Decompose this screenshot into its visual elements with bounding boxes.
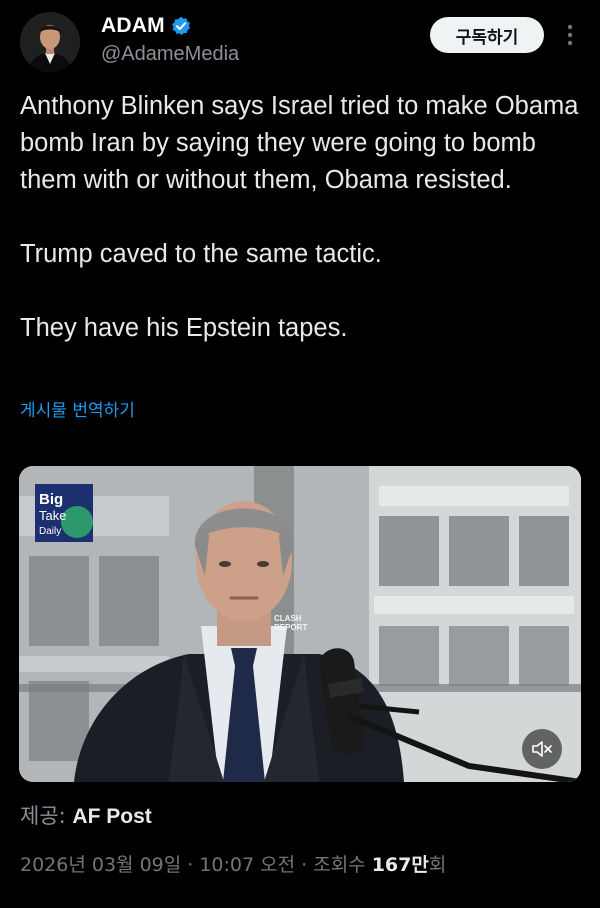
tweet-paragraph: Trump caved to the same tactic. — [20, 240, 382, 268]
source-label: 제공: — [20, 804, 66, 828]
big-take-logo: Big — [39, 491, 63, 508]
video-player[interactable]: Big Take Daily CLASH REPORT — [19, 466, 581, 782]
verified-badge-icon — [171, 16, 191, 36]
tweet-paragraph: Anthony Blinken says Israel tried to mak… — [20, 92, 579, 194]
translate-post-link[interactable]: 게시물 번역하기 — [20, 396, 135, 421]
tweet-text: Anthony Blinken says Israel tried to mak… — [20, 88, 580, 347]
views-count: 167만 — [371, 854, 429, 876]
speaker-muted-icon[interactable] — [522, 729, 562, 769]
views-suffix: 회 — [428, 854, 447, 876]
subscribe-button[interactable]: 구독하기 — [430, 17, 544, 53]
views-label: 조회수 — [313, 854, 372, 876]
author-handle[interactable]: @AdameMedia — [101, 43, 239, 66]
logo-line: Take — [39, 508, 66, 523]
logo-line: Daily — [39, 526, 61, 537]
tweet-meta: 2026년 03월 09일 · 10:07 오전 · 조회수 167만회 — [20, 850, 446, 877]
watermark-line: REPORT — [274, 623, 307, 632]
tweet-header: ADAM @AdameMedia 구독하기 — [20, 12, 580, 74]
source-name-link[interactable]: AF Post — [72, 805, 151, 828]
display-name[interactable]: ADAM — [101, 14, 165, 38]
more-vertical-icon[interactable] — [560, 21, 580, 49]
timestamp[interactable]: 2026년 03월 09일 · 10:07 오전 · — [20, 854, 313, 876]
author-name-row: ADAM — [101, 14, 191, 38]
avatar[interactable] — [20, 12, 80, 72]
tweet-paragraph: They have his Epstein tapes. — [20, 314, 348, 342]
media-source: 제공: AF Post — [20, 800, 152, 830]
watermark-line: CLASH — [274, 614, 302, 623]
